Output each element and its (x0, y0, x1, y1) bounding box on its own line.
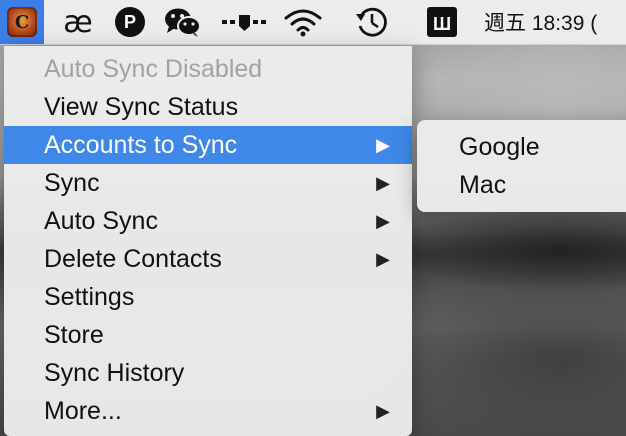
menu-item-sync[interactable]: Sync ▶ (4, 164, 412, 202)
menu-item-delete-contacts[interactable]: Delete Contacts ▶ (4, 240, 412, 278)
input-method-icon[interactable]: Ш (420, 0, 464, 44)
menu-item-label: Settings (44, 283, 135, 311)
menu-item-label: Auto Sync Disabled (44, 55, 263, 83)
accounts-submenu: Google Mac (417, 120, 626, 212)
ae-icon[interactable]: æ (56, 0, 100, 44)
p-circle-letter: P (115, 7, 145, 37)
input-method-glyph: Ш (427, 7, 457, 37)
menu-item-label: Sync (44, 169, 100, 197)
menu-item-accounts-to-sync[interactable]: Accounts to Sync ▶ (4, 126, 412, 164)
menu-bar: C æ P Ш 週五 18:39 ( (0, 0, 626, 45)
app-badge-letter: C (14, 11, 30, 33)
menu-item-more[interactable]: More... ▶ (4, 392, 412, 430)
menu-item-label: Delete Contacts (44, 245, 222, 273)
wifi-icon[interactable] (278, 0, 328, 44)
menubar-clock[interactable]: 週五 18:39 ( (484, 0, 626, 44)
menu-item-label: View Sync Status (44, 93, 239, 121)
submenu-arrow-icon: ▶ (376, 211, 390, 231)
submenu-arrow-icon: ▶ (376, 135, 390, 155)
menu-item-label: Store (44, 321, 104, 349)
wechat-icon[interactable] (158, 0, 208, 44)
submenu-item-mac[interactable]: Mac (417, 166, 626, 204)
audio-slider-icon[interactable] (216, 0, 272, 44)
p-circle-icon[interactable]: P (108, 0, 152, 44)
contacts-sync-app-icon[interactable]: C (0, 0, 44, 44)
menu-item-label: Auto Sync (44, 207, 158, 235)
submenu-arrow-icon: ▶ (376, 249, 390, 269)
menu-item-label: Accounts to Sync (44, 131, 238, 159)
menu-item-auto-sync-disabled: Auto Sync Disabled (4, 50, 412, 88)
menu-item-settings[interactable]: Settings (4, 278, 412, 316)
menu-item-auto-sync[interactable]: Auto Sync ▶ (4, 202, 412, 240)
submenu-arrow-icon: ▶ (376, 401, 390, 421)
menu-item-view-sync-status[interactable]: View Sync Status (4, 88, 412, 126)
app-dropdown-menu: Auto Sync Disabled View Sync Status Acco… (4, 46, 412, 436)
submenu-item-google[interactable]: Google (417, 128, 626, 166)
app-badge-icon: C (7, 7, 37, 37)
menu-item-label: More... (44, 397, 122, 425)
menu-item-sync-history[interactable]: Sync History (4, 354, 412, 392)
submenu-arrow-icon: ▶ (376, 173, 390, 193)
time-machine-icon[interactable] (350, 0, 394, 44)
menu-item-store[interactable]: Store (4, 316, 412, 354)
menu-item-label: Sync History (44, 359, 185, 387)
